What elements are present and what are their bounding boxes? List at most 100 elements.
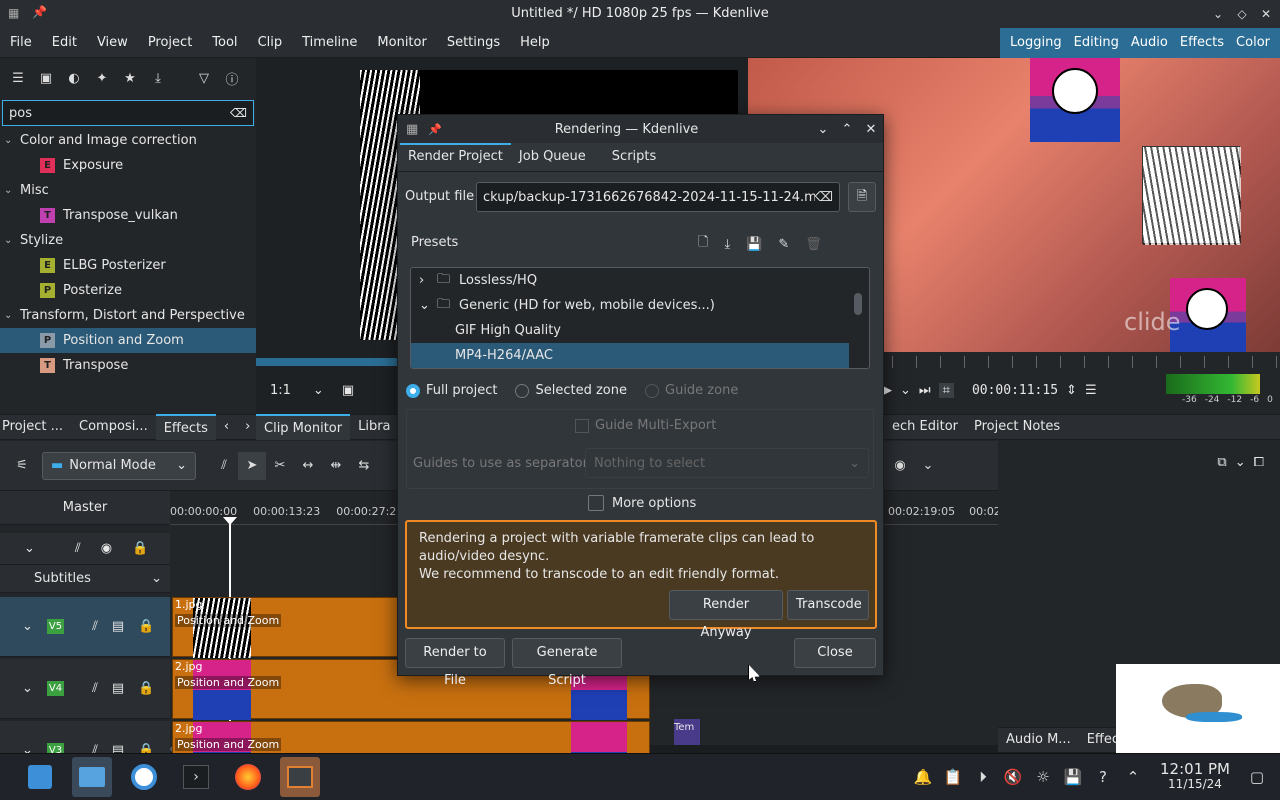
menu-timeline[interactable]: Timeline — [292, 28, 367, 58]
preset-item[interactable]: › 🗀 Lossless/HQ — [411, 268, 849, 293]
close-button[interactable]: Close — [794, 638, 876, 668]
radio-guide-zone[interactable] — [645, 383, 659, 398]
preset-scrollbar[interactable] — [854, 293, 862, 315]
film-icon[interactable]: ▤ — [112, 619, 124, 634]
slip-tool-icon[interactable]: ⇆ — [350, 452, 378, 480]
track-header[interactable]: ⌄ V5 ⫽ ▤ 🔒 — [0, 597, 170, 657]
monitor-menu-icon[interactable]: ☰ — [1085, 383, 1097, 398]
tab-scripts[interactable]: Scripts — [604, 144, 664, 170]
brightness-icon[interactable]: ☼ — [1030, 764, 1056, 790]
list-icon[interactable]: ☰ — [4, 64, 32, 92]
kdenlive-taskbar-icon[interactable] — [280, 757, 320, 797]
spacer-tool-icon[interactable]: ↔ — [294, 452, 322, 480]
dialog-close-icon[interactable]: ✕ — [859, 122, 883, 137]
compare-icon[interactable]: ⧉ — [1217, 455, 1226, 470]
download-preset-icon[interactable]: ⤓ — [724, 237, 730, 252]
timecode-spin-icon[interactable]: ⇕ — [1066, 383, 1077, 398]
firefox-icon[interactable] — [228, 757, 268, 797]
menu-edit[interactable]: Edit — [42, 28, 87, 58]
lock-icon[interactable]: 🔒 — [132, 541, 148, 556]
delete-preset-icon[interactable]: 🗑 — [805, 237, 822, 252]
menu-help[interactable]: Help — [510, 28, 560, 58]
zoom-value[interactable]: 1:1 — [270, 383, 291, 398]
tab-effects[interactable]: Effects — [155, 414, 216, 440]
collapse-icon[interactable]: ⌄ — [22, 619, 33, 634]
forward-icon[interactable]: ⏭ — [919, 383, 931, 398]
media-player-icon[interactable]: ⏵ — [970, 764, 996, 790]
minimize-button[interactable]: ⌄ — [1208, 4, 1228, 24]
expand-chevron-icon[interactable]: ⌄ — [4, 235, 20, 246]
lock-icon[interactable]: 🔒 — [138, 681, 154, 696]
disk-icon[interactable]: 💾 — [1060, 764, 1086, 790]
effects-toggle-icon[interactable]: ⫽ — [92, 619, 98, 634]
show-desktop-icon[interactable]: ▢ — [1244, 764, 1270, 790]
workspace-logging[interactable]: Logging — [1004, 28, 1068, 58]
zoom-dropdown-icon[interactable]: ⌄ — [313, 383, 324, 398]
notification-bell-icon[interactable]: 🔔 — [910, 764, 936, 790]
clock[interactable]: 12:01 PM 11/15/24 — [1160, 762, 1230, 792]
info-icon[interactable]: ⓘ — [218, 64, 246, 92]
browser-icon[interactable] — [124, 757, 164, 797]
tab-job-queue[interactable]: Job Queue — [511, 144, 594, 170]
zone-icon[interactable]: ⌗ — [938, 382, 954, 398]
effects-toggle-icon[interactable]: ⫽ — [75, 541, 81, 556]
guide-multi-checkbox[interactable] — [575, 418, 589, 433]
maximize-button[interactable]: ◇ — [1232, 4, 1252, 24]
effect-category[interactable]: ⌄ Misc — [0, 178, 256, 203]
expand-chevron-icon[interactable]: ⌄ — [4, 135, 20, 146]
dialog-pin-icon[interactable]: 📌 — [428, 123, 442, 136]
edit-preset-icon[interactable]: ✎ — [778, 237, 789, 252]
tray-expand-icon[interactable]: ⌃ — [1120, 764, 1146, 790]
timeline-options-icon[interactable]: ⌄ — [914, 452, 942, 480]
terminal-icon[interactable]: › — [176, 757, 216, 797]
render-to-file-button[interactable]: Render to File — [405, 638, 505, 688]
dock-options-icon[interactable]: ⌄ — [1235, 455, 1246, 470]
browse-output-button[interactable]: 🗎 — [848, 182, 876, 212]
dialog-maximize-button[interactable]: ⌃ — [835, 122, 859, 137]
help-icon[interactable]: ? — [1090, 764, 1116, 790]
chevron-right-icon[interactable]: › — [419, 273, 437, 288]
effect-category[interactable]: ⌄ Stylize — [0, 228, 256, 253]
clipboard-icon[interactable]: 📋 — [940, 764, 966, 790]
collapse-icon[interactable]: ⌄ — [24, 541, 35, 556]
ripple-tool-icon[interactable]: ⇹ — [322, 452, 350, 480]
volume-muted-icon[interactable]: 🔇 — [1000, 764, 1026, 790]
film-icon[interactable]: ▤ — [112, 681, 124, 696]
clear-output-icon[interactable]: ⌫ — [815, 190, 833, 205]
play-options-icon[interactable]: ⌄ — [900, 383, 911, 398]
effect-category[interactable]: ⌄ Color and Image correction — [0, 128, 256, 153]
clear-search-icon[interactable]: ⌫ — [230, 106, 247, 120]
tab-project-bin[interactable]: Project ... — [0, 414, 71, 440]
save-preset-icon[interactable]: 💾 — [746, 237, 762, 252]
dialog-minimize-button[interactable]: ⌄ — [811, 122, 835, 137]
dock-float-icon[interactable]: ⧠ — [1254, 455, 1264, 470]
subtitles-expand-icon[interactable]: ⌄ — [151, 571, 162, 586]
effects-toggle-icon[interactable]: ⫽ — [92, 681, 98, 696]
menu-view[interactable]: View — [87, 28, 138, 58]
select-tool-icon[interactable]: ➤ — [238, 451, 266, 480]
preset-item[interactable]: GIF High Quality — [411, 318, 849, 343]
eye-icon[interactable]: ◉ — [101, 541, 112, 556]
video-icon[interactable]: ▣ — [32, 64, 60, 92]
workspace-effects[interactable]: Effects — [1174, 28, 1230, 58]
favorite-icon[interactable]: ★ — [116, 64, 144, 92]
frame-icon[interactable]: ▣ — [342, 383, 354, 398]
menu-monitor[interactable]: Monitor — [367, 28, 436, 58]
effect-item[interactable]: T Transpose — [0, 353, 256, 378]
timeline-clip[interactable]: 1.jpg Position and Zoom — [172, 597, 400, 658]
cut-tool-icon[interactable]: ✂ — [266, 452, 294, 480]
radio-selected-zone[interactable] — [515, 383, 530, 398]
generate-script-button[interactable]: Generate Script — [512, 638, 622, 688]
tab-render-project[interactable]: Render Project — [400, 143, 511, 171]
preset-list[interactable]: › 🗀 Lossless/HQ ⌄ 🗀 Generic (HD for web, mobi… — [410, 267, 870, 369]
tab-scroll-left[interactable]: ‹ — [216, 414, 237, 440]
lock-icon[interactable]: 🔒 — [138, 619, 154, 634]
menu-file[interactable]: File — [0, 28, 42, 58]
guides-sep-select[interactable]: Nothing to select ⌄ — [585, 448, 869, 478]
output-file-field[interactable]: ckup/backup-1731662676842-2024-11-15-11-… — [476, 182, 840, 212]
edit-mode-select[interactable]: ▬ Normal Mode ⌄ — [42, 451, 196, 480]
workspace-audio[interactable]: Audio — [1125, 28, 1174, 58]
menu-settings[interactable]: Settings — [437, 28, 510, 58]
more-options-checkbox[interactable] — [588, 495, 604, 511]
razor-icon[interactable]: ⫽ — [210, 452, 238, 480]
